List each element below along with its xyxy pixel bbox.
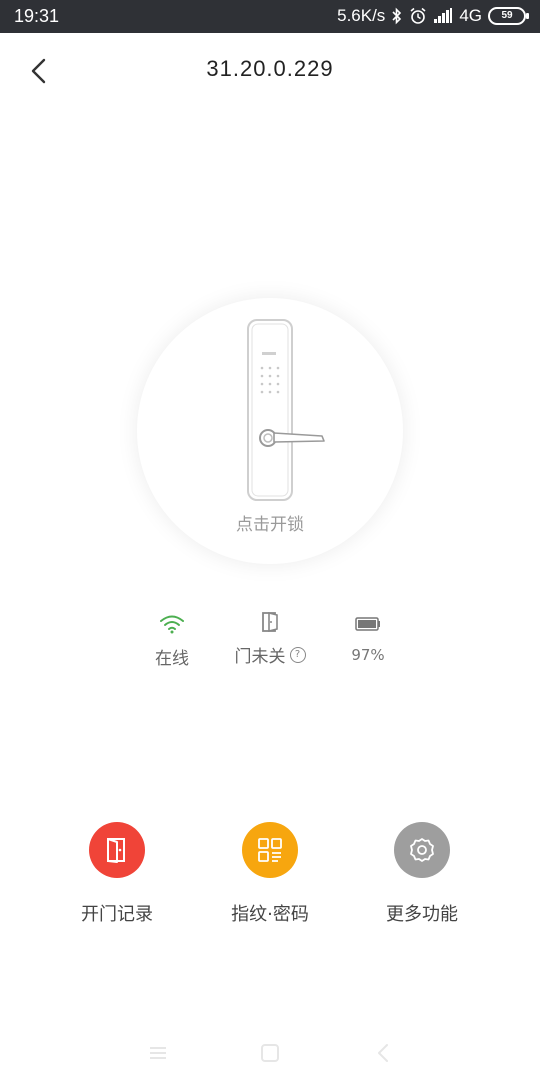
smart-lock-icon [246, 318, 336, 502]
network-speed: 5.6K/s [337, 6, 386, 25]
unlock-label: 点击开锁 [236, 515, 304, 535]
page-title: 31.20.0.229 [206, 56, 334, 81]
home-nav-button[interactable] [255, 1038, 285, 1068]
fingerprint-password-label: 指纹·密码 [231, 904, 309, 925]
more-functions-button[interactable]: 更多功能 [352, 822, 492, 926]
fingerprint-password-button[interactable]: 指纹·密码 [200, 822, 340, 926]
door-record-label: 开门记录 [81, 904, 153, 925]
status-right: 5.6K/s 4G 59 [337, 6, 529, 26]
door-icon [262, 611, 278, 633]
door-label: 门未关 [234, 647, 286, 667]
battery-icon [355, 617, 380, 631]
status-time: 19:31 [14, 6, 60, 26]
door-record-circle [89, 822, 145, 878]
battery-status: 97% [308, 612, 428, 664]
online-label: 在线 [155, 649, 189, 669]
gear-icon [410, 838, 434, 862]
fingerprint-password-circle [242, 822, 298, 878]
back-arrow-icon [378, 1044, 388, 1062]
wifi-icon [160, 615, 184, 634]
alarm-icon [409, 7, 427, 25]
help-icon[interactable]: ? [289, 646, 306, 663]
menu-nav-button[interactable] [143, 1038, 173, 1068]
signal-icon [433, 8, 453, 24]
menu-icon [150, 1047, 166, 1059]
back-nav-button[interactable] [368, 1038, 398, 1068]
door-record-button[interactable]: 开门记录 [47, 822, 187, 926]
grid-icon [258, 838, 282, 862]
battery-percent: 97% [351, 646, 385, 664]
chevron-left-icon [31, 58, 46, 84]
battery-indicator: 59 [488, 7, 529, 25]
more-functions-circle [394, 822, 450, 878]
door-open-icon [107, 838, 125, 863]
navigation-bar [0, 1030, 540, 1080]
network-type: 4G [459, 6, 482, 25]
bluetooth-icon [391, 7, 403, 25]
status-bar: 19:31 5.6K/s 4G 59 [0, 0, 540, 33]
battery-level: 59 [501, 10, 513, 21]
more-functions-label: 更多功能 [386, 904, 458, 925]
home-square-icon [261, 1044, 279, 1062]
back-button[interactable] [22, 54, 56, 88]
